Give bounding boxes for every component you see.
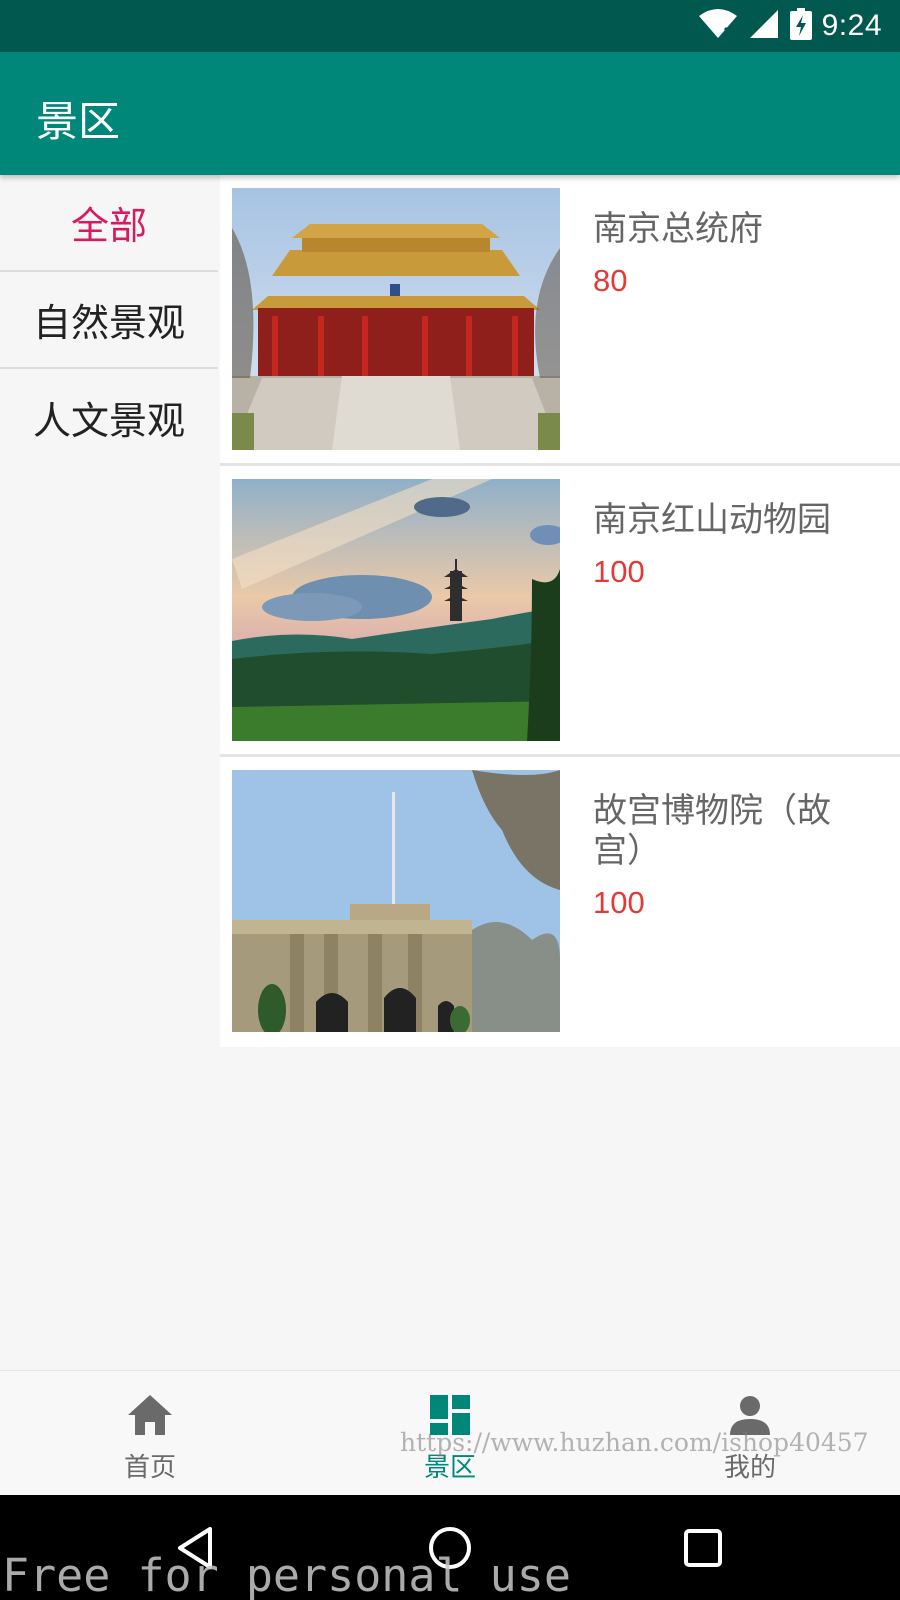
nav-home[interactable]: 首页 <box>0 1371 300 1495</box>
temple-photo <box>232 188 560 450</box>
scenic-item[interactable]: 故宫博物院（故宫） 100 <box>220 757 900 1047</box>
category-natural[interactable]: 自然景观 <box>0 272 218 369</box>
page-title: 景区 <box>36 97 121 146</box>
scenic-price: 100 <box>593 885 645 920</box>
clock-time: 9:24 <box>821 9 882 42</box>
scenic-price: 100 <box>593 554 645 589</box>
historic-gate-photo <box>232 770 560 1032</box>
category-all[interactable]: 全部 <box>0 175 218 272</box>
category-cultural[interactable]: 人文景观 <box>0 369 218 466</box>
scenic-info: 南京红山动物园 100 <box>593 500 863 590</box>
scenic-name: 南京总统府 <box>593 209 763 249</box>
scenic-name: 南京红山动物园 <box>593 500 831 540</box>
wifi-icon <box>698 8 738 44</box>
pagoda-sunset-photo <box>232 479 560 741</box>
license-watermark: Free for personal use <box>2 1549 571 1600</box>
battery-charging-icon <box>789 8 812 44</box>
recents-icon[interactable] <box>678 1523 728 1573</box>
home-icon <box>126 1393 174 1441</box>
scenic-info: 南京总统府 80 <box>593 209 863 299</box>
scenic-name: 故宫博物院（故宫） <box>593 791 831 871</box>
scenic-item[interactable]: 南京总统府 80 <box>220 175 900 466</box>
scenic-list: 南京总统府 80 南京红山动物园 100 故宫博物院（故宫） 100 <box>220 175 900 1047</box>
scenic-price: 80 <box>593 263 628 298</box>
status-bar: 9:24 <box>0 0 900 52</box>
app-bar: 景区 <box>0 52 900 175</box>
category-sidebar: 全部 自然景观 人文景观 <box>0 175 218 1370</box>
nav-home-label: 首页 <box>123 1453 176 1483</box>
signal-icon <box>748 8 780 44</box>
scenic-item[interactable]: 南京红山动物园 100 <box>220 466 900 757</box>
status-icons: 9:24 <box>698 8 882 44</box>
app-screen: 9:24 景区 全部 自然景观 人文景观 南京总统府 80 南京红山动物园 10… <box>0 0 900 1600</box>
url-watermark: https://www.huzhan.com/ishop40457 <box>400 1428 869 1457</box>
scenic-info: 故宫博物院（故宫） 100 <box>593 791 863 921</box>
